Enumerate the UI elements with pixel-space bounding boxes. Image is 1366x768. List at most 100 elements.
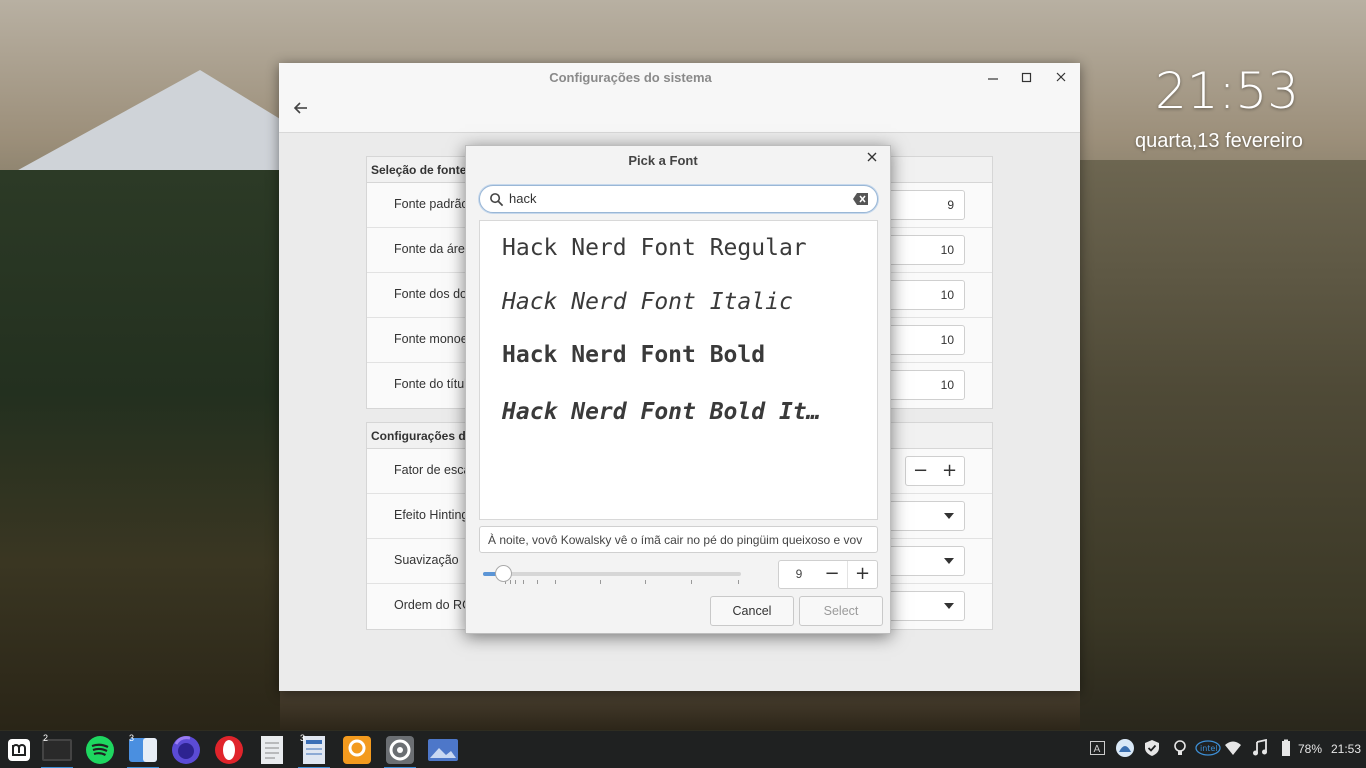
font-list-item[interactable]: Hack Nerd Font Regular [502,235,807,261]
size-value[interactable]: 9 [779,561,819,588]
row-label: Ordem do RG [394,598,472,612]
window-count-badge: 3 [300,733,306,743]
size-decrease-button[interactable]: − [817,561,847,588]
chevron-down-icon [944,603,954,609]
slider-handle[interactable] [495,565,513,582]
file-manager-button[interactable]: 3 [127,733,159,768]
terminal-button[interactable]: 2 [41,733,73,768]
system-settings-button[interactable] [384,734,416,768]
search-input[interactable] [509,191,849,206]
font-list: Hack Nerd Font Regular Hack Nerd Font It… [479,220,878,520]
minus-button[interactable]: − [906,457,935,485]
window-count-badge: 2 [43,733,49,743]
slider-tick [738,580,739,584]
back-button[interactable] [289,99,313,123]
row-label: Fonte da áre [394,242,465,256]
select-button[interactable]: Select [799,596,883,626]
font-size: 10 [940,243,954,257]
spotify-icon [86,736,114,764]
minimize-icon [988,78,998,80]
size-stepper[interactable]: 9 − + [778,560,878,589]
size-slider[interactable] [483,564,741,584]
close-window-button[interactable] [1049,67,1073,91]
chat-app-icon[interactable] [1114,737,1136,759]
settings-titlebar: Configurações do sistema [279,63,1080,133]
keyboard-layout-icon[interactable]: A [1089,739,1107,757]
mint-menu-button[interactable] [3,734,35,766]
slider-tick [691,580,692,584]
image-viewer-button[interactable] [427,734,459,766]
font-size: 9 [947,198,954,212]
taskbar-clock[interactable]: 21:53 [1331,742,1361,756]
maximize-icon [1021,72,1032,83]
font-search-field[interactable] [479,185,878,213]
slider-tick [523,580,524,584]
taskbar: 2 3 3 A intel 78% 21:53 [0,731,1366,768]
row-label: Fonte do títul [394,377,467,391]
cliff-right [1080,160,1366,730]
search-icon [490,193,504,207]
row-label: Fonte dos do [394,287,467,301]
shield-icon[interactable] [1143,739,1161,757]
font-size: 10 [940,288,954,302]
wifi-icon[interactable] [1224,739,1242,757]
forest-left [0,170,320,730]
chevron-down-icon [944,513,954,519]
font-list-item[interactable]: Hack Nerd Font Bold It… [502,399,821,425]
cancel-button[interactable]: Cancel [710,596,794,626]
lightbulb-icon[interactable] [1171,739,1189,757]
firefox-button[interactable] [170,734,202,766]
slider-track [483,572,741,576]
system-settings-icon [386,736,414,764]
chevron-down-icon [944,558,954,564]
music-note-icon[interactable] [1251,739,1269,757]
font-list-item[interactable]: Hack Nerd Font Bold [502,342,765,368]
window-count-badge: 3 [129,733,135,743]
font-size: 10 [940,333,954,347]
image-viewer-icon [428,739,458,761]
close-icon [867,152,877,162]
size-increase-button[interactable]: + [847,561,877,588]
mint-menu-icon [8,739,30,761]
slider-tick [510,580,511,584]
row-label: Fonte monoe [394,332,468,346]
document-button[interactable]: 3 [298,733,330,768]
battery-icon[interactable] [1277,739,1295,757]
opera-button[interactable] [213,734,245,766]
spotify-button[interactable] [84,734,116,766]
window-title: Configurações do sistema [549,70,712,85]
opera-icon [215,736,243,764]
svg-text:intel: intel [1200,744,1218,753]
row-label: Efeito Hinting [394,508,469,522]
ground [280,690,1080,730]
row-label: Fator de esca [394,463,471,477]
slider-tick [515,580,516,584]
maximize-button[interactable] [1015,67,1039,91]
font-list-item[interactable]: Hack Nerd Font Italic [502,289,793,315]
minimize-button[interactable] [981,67,1005,91]
pdf-icon [343,736,371,764]
scale-stepper[interactable]: − + [905,456,965,486]
desktop-clock: 21:53 [1155,62,1300,120]
text-editor-icon [261,736,283,764]
slider-tick [537,580,538,584]
text-editor-button[interactable] [256,734,288,766]
intel-icon[interactable]: intel [1195,739,1221,757]
slider-tick [555,580,556,584]
slider-tick [645,580,646,584]
arrow-left-icon [293,102,307,114]
pdf-button[interactable] [341,734,373,766]
dialog-close-button[interactable] [861,149,883,171]
close-icon [1056,72,1066,82]
plus-button[interactable]: + [935,457,964,485]
clear-search-icon[interactable] [853,192,869,206]
row-label: Suavização [394,553,459,567]
font-size: 10 [940,378,954,392]
battery-percentage: 78% [1298,742,1323,756]
dialog-title: Pick a Font [628,153,698,168]
preview-text-field[interactable]: À noite, vovô Kowalsky vê o ímã cair no … [479,526,878,553]
svg-text:A: A [1094,744,1101,755]
firefox-icon [172,736,200,764]
row-label: Fonte padrão [394,197,469,211]
slider-tick [600,580,601,584]
